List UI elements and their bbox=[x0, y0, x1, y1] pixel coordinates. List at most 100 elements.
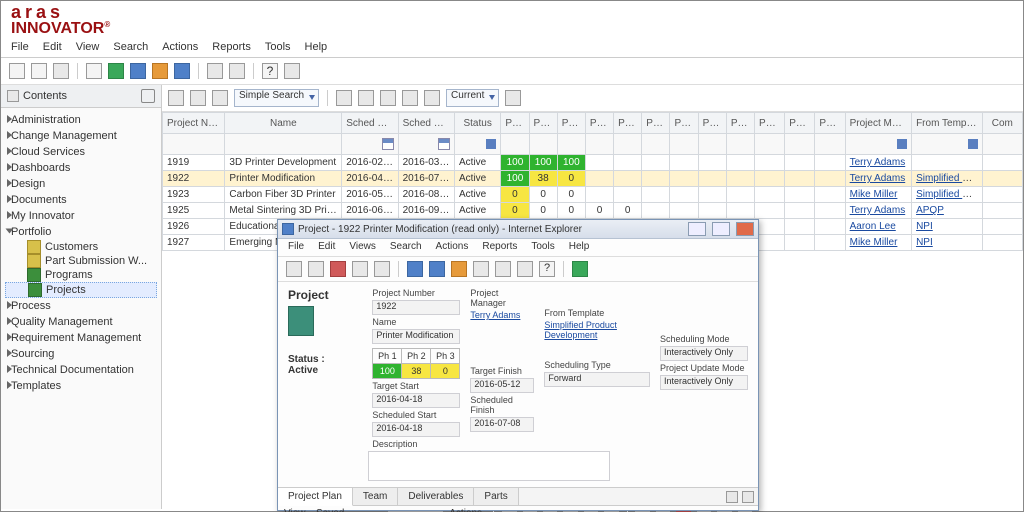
menu-file[interactable]: File bbox=[11, 41, 29, 53]
template-link[interactable]: APQP bbox=[916, 205, 944, 216]
col-ph4[interactable]: Ph 4 bbox=[585, 113, 613, 134]
field-project-manager[interactable]: Terry Adams bbox=[470, 310, 534, 320]
undo-icon[interactable] bbox=[473, 261, 489, 277]
col-ph9[interactable]: Ph 9 bbox=[726, 113, 754, 134]
template-link[interactable]: Simplified Product... bbox=[916, 173, 982, 184]
delete-icon[interactable] bbox=[330, 261, 346, 277]
excel-icon[interactable] bbox=[108, 63, 124, 79]
search-icon[interactable] bbox=[168, 90, 184, 106]
manager-link[interactable]: Mike Miller bbox=[850, 237, 898, 248]
modal-menu-file[interactable]: File bbox=[288, 241, 304, 252]
tree-projects[interactable]: Projects bbox=[5, 282, 157, 298]
done-icon[interactable] bbox=[572, 261, 588, 277]
col-project-number[interactable]: Project Number bbox=[163, 113, 225, 134]
menu-view[interactable]: View bbox=[76, 41, 100, 53]
col-ph5[interactable]: Ph 5 bbox=[614, 113, 642, 134]
page-select[interactable]: Current bbox=[446, 89, 499, 107]
minimize-button[interactable] bbox=[688, 222, 706, 236]
field-from-template[interactable]: Simplified Product Development bbox=[544, 320, 650, 340]
col-name[interactable]: Name bbox=[225, 113, 342, 134]
menu-reports[interactable]: Reports bbox=[212, 41, 251, 53]
calendar-icon[interactable] bbox=[438, 138, 450, 150]
tab-parts[interactable]: Parts bbox=[474, 488, 518, 505]
menu-actions[interactable]: Actions bbox=[162, 41, 198, 53]
save-icon[interactable] bbox=[31, 63, 47, 79]
tree-process[interactable]: Process bbox=[5, 298, 157, 314]
lock-icon[interactable] bbox=[429, 261, 445, 277]
tree-customers[interactable]: Customers bbox=[5, 240, 157, 254]
col-ph11[interactable]: Ph 11 bbox=[785, 113, 815, 134]
window-titlebar[interactable]: Project - 1922 Printer Modification (rea… bbox=[278, 220, 758, 239]
template-link[interactable]: NPI bbox=[916, 237, 933, 248]
modal-menu-search[interactable]: Search bbox=[390, 241, 422, 252]
tree-part-submission[interactable]: Part Submission W... bbox=[5, 254, 157, 268]
tab-team[interactable]: Team bbox=[353, 488, 398, 505]
view-dropdown[interactable]: View ▾ bbox=[284, 508, 310, 512]
grid-row[interactable]: 1922Printer Modification2016-04-182016-0… bbox=[163, 171, 1023, 187]
menu-search[interactable]: Search bbox=[113, 41, 148, 53]
tree-dashboards[interactable]: Dashboards bbox=[5, 160, 157, 176]
delete-icon[interactable] bbox=[86, 63, 102, 79]
lock-icon[interactable] bbox=[130, 63, 146, 79]
dropdown-icon[interactable] bbox=[897, 139, 907, 149]
modal-menu-tools[interactable]: Tools bbox=[531, 241, 554, 252]
tree-portfolio[interactable]: Portfolio bbox=[5, 224, 157, 240]
tree-cloud-services[interactable]: Cloud Services bbox=[5, 144, 157, 160]
col-ph6[interactable]: Ph 6 bbox=[642, 113, 670, 134]
dropdown-icon[interactable] bbox=[968, 139, 978, 149]
menu-tools[interactable]: Tools bbox=[265, 41, 291, 53]
col-ph10[interactable]: Ph 10 bbox=[755, 113, 785, 134]
undo-icon[interactable] bbox=[207, 63, 223, 79]
print-icon[interactable] bbox=[53, 63, 69, 79]
promote-icon[interactable] bbox=[174, 63, 190, 79]
close-button[interactable] bbox=[736, 222, 754, 236]
toggle-icon[interactable] bbox=[336, 90, 352, 106]
save-icon[interactable] bbox=[308, 261, 324, 277]
help-icon[interactable]: ? bbox=[539, 261, 555, 277]
manager-link[interactable]: Mike Miller bbox=[850, 189, 898, 200]
help-icon[interactable]: ? bbox=[262, 63, 278, 79]
sidebar-config-icon[interactable] bbox=[141, 89, 155, 103]
template-link[interactable]: NPI bbox=[916, 221, 933, 232]
tree-technical-documentation[interactable]: Technical Documentation bbox=[5, 362, 157, 378]
col-ph1[interactable]: Ph 1 bbox=[501, 113, 529, 134]
grid-row[interactable]: 19193D Printer Development2016-02-292016… bbox=[163, 155, 1023, 171]
modal-menu-reports[interactable]: Reports bbox=[482, 241, 517, 252]
col-ph3[interactable]: Ph 3 bbox=[557, 113, 585, 134]
new-icon[interactable] bbox=[9, 63, 25, 79]
modal-menu-views[interactable]: Views bbox=[349, 241, 376, 252]
manager-link[interactable]: Terry Adams bbox=[850, 157, 906, 168]
modal-menu-actions[interactable]: Actions bbox=[436, 241, 469, 252]
search-mode-select[interactable]: Simple Search bbox=[234, 89, 319, 107]
next-page-icon[interactable] bbox=[402, 90, 418, 106]
col-ph7[interactable]: Ph 7 bbox=[670, 113, 698, 134]
tree-documents[interactable]: Documents bbox=[5, 192, 157, 208]
calendar-icon[interactable] bbox=[382, 138, 394, 150]
word-icon[interactable] bbox=[407, 261, 423, 277]
col-from-template[interactable]: From Template... bbox=[912, 113, 982, 134]
col-ph12[interactable]: Ph 12 bbox=[815, 113, 845, 134]
col-ph2[interactable]: Ph 2 bbox=[529, 113, 557, 134]
tree-programs[interactable]: Programs bbox=[5, 268, 157, 282]
redo-icon[interactable] bbox=[229, 63, 245, 79]
logout-icon[interactable] bbox=[284, 63, 300, 79]
columns-icon[interactable] bbox=[505, 90, 521, 106]
col-ph8[interactable]: Ph 8 bbox=[698, 113, 726, 134]
tree-design[interactable]: Design bbox=[5, 176, 157, 192]
tree-administration[interactable]: Administration bbox=[5, 112, 157, 128]
grid-row[interactable]: 1925Metal Sintering 3D Printer2016-06-10… bbox=[163, 203, 1023, 219]
tab-project-plan[interactable]: Project Plan bbox=[278, 488, 353, 506]
dropdown-icon[interactable] bbox=[486, 139, 496, 149]
manager-link[interactable]: Terry Adams bbox=[850, 205, 906, 216]
first-page-icon[interactable] bbox=[358, 90, 374, 106]
redo-icon[interactable] bbox=[495, 261, 511, 277]
unlock-icon[interactable] bbox=[451, 261, 467, 277]
tree-quality-management[interactable]: Quality Management bbox=[5, 314, 157, 330]
menu-edit[interactable]: Edit bbox=[43, 41, 62, 53]
actions-dropdown[interactable]: Actions ▾ bbox=[449, 508, 485, 512]
copy-icon[interactable] bbox=[517, 261, 533, 277]
tree-sourcing[interactable]: Sourcing bbox=[5, 346, 157, 362]
col-sched-start[interactable]: Sched Star... bbox=[342, 113, 398, 134]
clear-icon[interactable] bbox=[212, 90, 228, 106]
col-com[interactable]: Com bbox=[982, 113, 1022, 134]
